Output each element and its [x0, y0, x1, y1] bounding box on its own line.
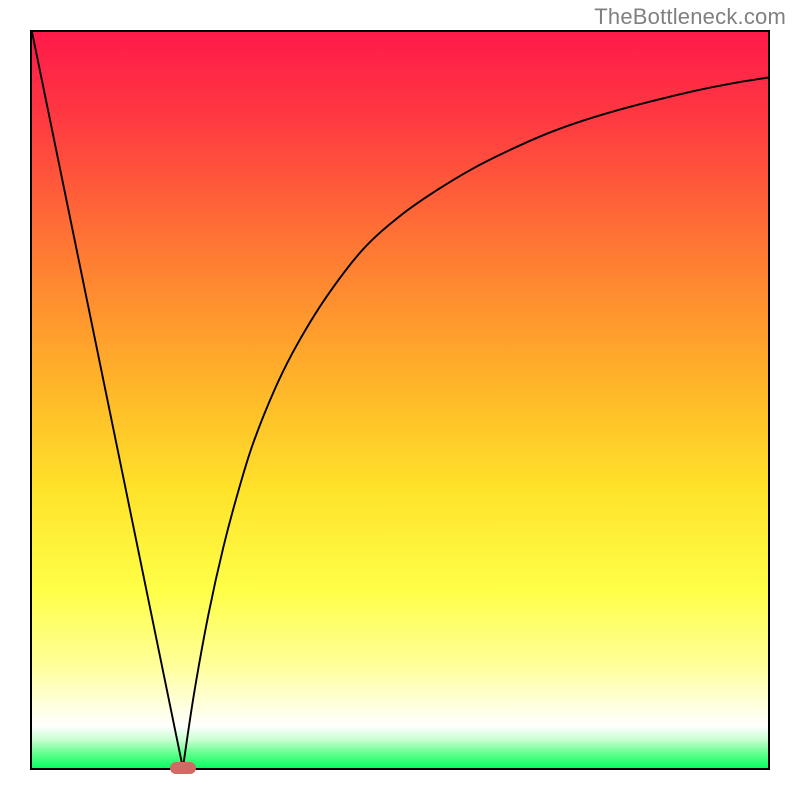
- watermark-text: TheBottleneck.com: [594, 4, 786, 30]
- chart-background: [32, 32, 768, 768]
- chart-svg: [32, 32, 768, 768]
- chart-plot-area: [30, 30, 770, 770]
- valley-marker: [170, 762, 196, 773]
